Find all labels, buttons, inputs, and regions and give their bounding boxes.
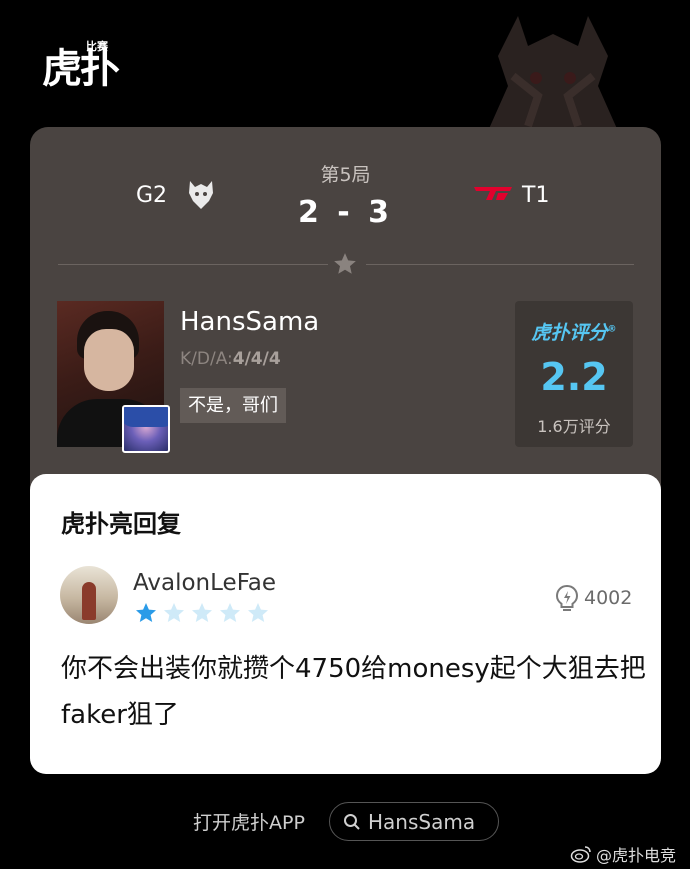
g2-background-emblem-icon: [488, 16, 618, 131]
rating-box: 虎扑评分® 2.2 1.6万评分: [515, 301, 633, 447]
reply-username[interactable]: AvalonLeFae: [133, 570, 276, 596]
round-label: 第5局: [320, 164, 371, 186]
weibo-icon: [570, 846, 591, 863]
star-empty-icon: [192, 603, 212, 622]
kda-label: K/D/A:: [180, 349, 233, 369]
watermark-text: @虎扑电竞: [596, 846, 677, 865]
open-app-text[interactable]: 打开虎扑APP: [193, 808, 305, 835]
match-score: 2 - 3: [297, 195, 394, 230]
star-filled-icon: [136, 603, 156, 622]
t1-logo-icon: [474, 187, 512, 200]
rating-count: 1.6万评分: [537, 417, 611, 436]
reply-likes[interactable]: 4002: [554, 584, 632, 612]
divider-left: [58, 264, 328, 265]
star-empty-icon: [220, 603, 240, 622]
rating-brand-text: 虎扑评分: [531, 322, 608, 344]
rating-value: 2.2: [540, 355, 608, 399]
star-icon: [334, 253, 356, 274]
star-empty-icon: [164, 603, 184, 622]
search-text: HansSama: [368, 809, 476, 834]
reply-title: 虎扑亮回复: [61, 510, 181, 538]
logo-small-text: 比赛: [86, 40, 108, 53]
reply-user-avatar[interactable]: [60, 566, 118, 624]
kda-value: 4/4/4: [232, 349, 281, 369]
search-pill[interactable]: HansSama: [329, 802, 499, 841]
player-kda: K/D/A:4/4/4: [180, 349, 281, 369]
reply-text: 你不会出装你就攒个4750给monesy起个大狙去把faker狙了: [61, 654, 646, 730]
reply-star-rating: [134, 601, 270, 625]
divider-right: [366, 264, 634, 265]
likes-count: 4002: [584, 587, 633, 609]
search-icon: [344, 813, 360, 830]
star-empty-icon: [248, 603, 268, 622]
rating-brand: 虎扑评分®: [531, 322, 617, 344]
hupu-logo: 虎扑 比赛: [42, 36, 120, 94]
top-reply-card: 虎扑亮回复 AvalonLeFae 4002 你不会出装你就攒个4750给mon…: [30, 474, 661, 774]
player-tag: 不是，哥们: [180, 388, 286, 423]
lightbulb-icon: [555, 584, 579, 611]
champion-icon: [122, 405, 170, 453]
player-name: HansSama: [180, 307, 320, 337]
weibo-watermark: @虎扑电竞: [570, 842, 676, 866]
team-right-name: T1: [522, 183, 550, 208]
